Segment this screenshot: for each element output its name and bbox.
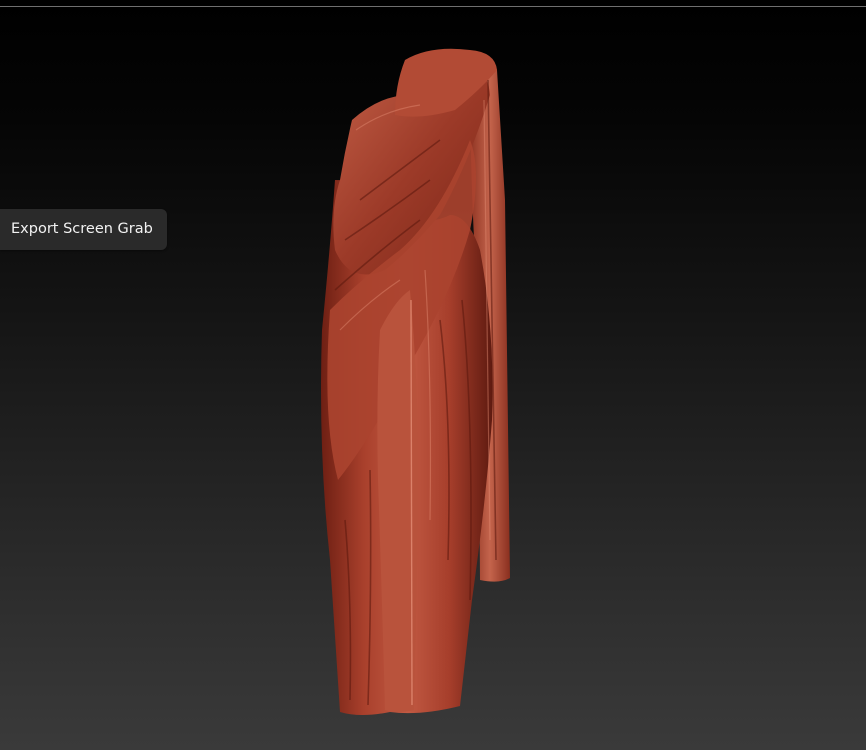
pleat-seam — [410, 299, 413, 706]
sculpt-model[interactable] — [300, 40, 530, 730]
canvas-viewport[interactable]: Export Screen Grab — [0, 0, 866, 750]
export-screen-grab-tooltip[interactable]: Export Screen Grab — [0, 209, 167, 250]
canvas-top-border — [0, 6, 866, 7]
